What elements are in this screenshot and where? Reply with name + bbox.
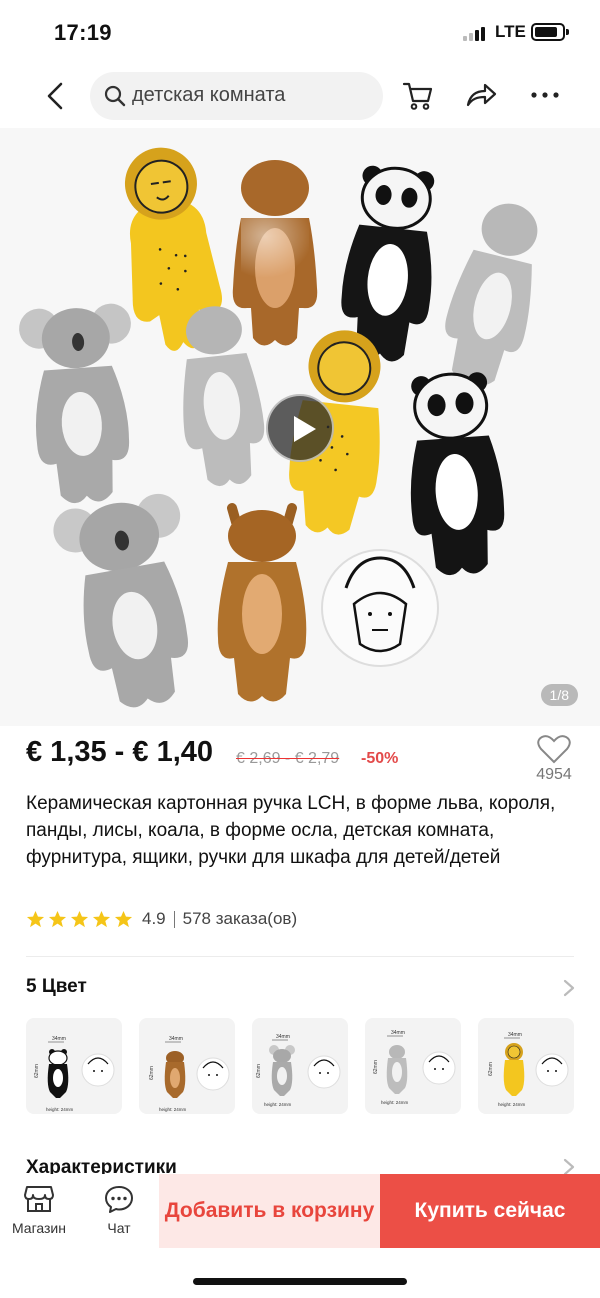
share-icon[interactable] (464, 78, 498, 112)
chat-button[interactable]: Чат (84, 1184, 154, 1236)
status-bar: 17:19 LTE (0, 0, 600, 66)
swatch-depth-label: height: 24mm (264, 1102, 292, 1107)
store-button[interactable]: Магазин (4, 1184, 74, 1236)
koala-knob-2 (53, 493, 188, 708)
play-video-button[interactable] (266, 394, 334, 462)
color-swatch-lion[interactable]: 34mm 62mm height: 24mm (478, 1018, 574, 1114)
color-swatch-donkey[interactable]: 34mm 62mm height: 24mm (365, 1018, 461, 1114)
store-label: Магазин (11, 1220, 66, 1236)
donkey-knob (445, 203, 538, 386)
star-icon (114, 910, 133, 927)
face-knob (321, 549, 439, 667)
more-options-icon[interactable] (528, 78, 562, 112)
swatch-depth-label: height: 24mm (381, 1100, 409, 1105)
swatch-height-label: 62mm (149, 1066, 155, 1080)
orders-count: 578 заказа(ов) (182, 909, 298, 928)
search-query: детская комната (132, 84, 286, 106)
swatch-width-label: 34mm (52, 1036, 66, 1042)
color-swatch-fox[interactable]: 34mm 62mm height: 24mm (139, 1018, 235, 1114)
home-indicator (193, 1278, 407, 1285)
discount-badge: -50% (361, 750, 399, 767)
swatch-width-label: 34mm (169, 1036, 183, 1042)
product-image-gallery[interactable]: 1/8 (0, 128, 600, 726)
star-icon (92, 910, 111, 927)
section-divider (26, 956, 574, 957)
swatch-height-label: 62mm (373, 1060, 379, 1074)
original-price: € 2,69 - € 2,79 (236, 750, 340, 767)
network-label: LTE (495, 22, 526, 41)
swatch-depth-label: height: 24mm (159, 1107, 187, 1112)
top-nav-bar: детская комната (0, 66, 600, 128)
swatch-height-label: 62mm (256, 1064, 262, 1078)
fox-knob (232, 160, 318, 346)
star-icon (48, 910, 67, 927)
heart-icon (537, 735, 571, 764)
star-icon (70, 910, 89, 927)
swatch-height-label: 62mm (34, 1064, 40, 1078)
color-swatch-koala[interactable]: 34mm 62mm height: 24mm (252, 1018, 348, 1114)
chevron-right-icon[interactable] (563, 979, 575, 997)
color-swatch-panda[interactable]: 34mm 62mm height: 24mm (26, 1018, 122, 1114)
search-input[interactable]: детская комната (90, 72, 383, 120)
koala-knob (19, 303, 131, 504)
swatch-width-label: 34mm (276, 1034, 290, 1040)
product-title: Керамическая картонная ручка LCH, в форм… (26, 793, 556, 868)
wishlist-count: 4954 (536, 766, 572, 783)
star-icon (26, 910, 45, 927)
swatch-width-label: 34mm (391, 1030, 405, 1036)
status-time: 17:19 (54, 20, 112, 45)
rating-value: 4.9 (142, 909, 166, 928)
buy-now-button[interactable]: Купить сейчас (380, 1174, 600, 1248)
cart-icon[interactable] (401, 78, 435, 112)
specs-section-title[interactable]: Характеристики (26, 1156, 177, 1174)
star-rating (26, 910, 133, 929)
swatch-width-label: 34mm (508, 1032, 522, 1038)
add-to-cart-button[interactable]: Добавить в корзину (159, 1174, 380, 1248)
panda-knob-2 (410, 372, 505, 576)
rating-divider (173, 910, 175, 928)
battery-icon (531, 23, 569, 41)
swatch-depth-label: height: 24mm (498, 1102, 526, 1107)
signal-icon (463, 27, 489, 41)
rating-row[interactable]: 4.9 578 заказа(ов) (26, 906, 297, 932)
back-arrow-icon[interactable] (38, 78, 74, 114)
wishlist-button[interactable]: 4954 (530, 734, 578, 784)
chat-icon (105, 1186, 133, 1213)
fox-knob-2 (217, 503, 307, 702)
swatch-height-label: 62mm (488, 1062, 494, 1076)
search-icon (104, 85, 126, 107)
color-section-title[interactable]: 5 Цвет (26, 976, 87, 998)
swatch-depth-label: height: 24mm (46, 1107, 74, 1112)
current-price: € 1,35 - € 1,40 (26, 736, 214, 768)
color-swatches: 34mm 62mm height: 24mm 34mm 62mm height:… (26, 1018, 574, 1114)
chat-label: Чат (107, 1220, 131, 1236)
image-counter: 1/8 (540, 684, 578, 706)
store-icon (24, 1186, 54, 1212)
